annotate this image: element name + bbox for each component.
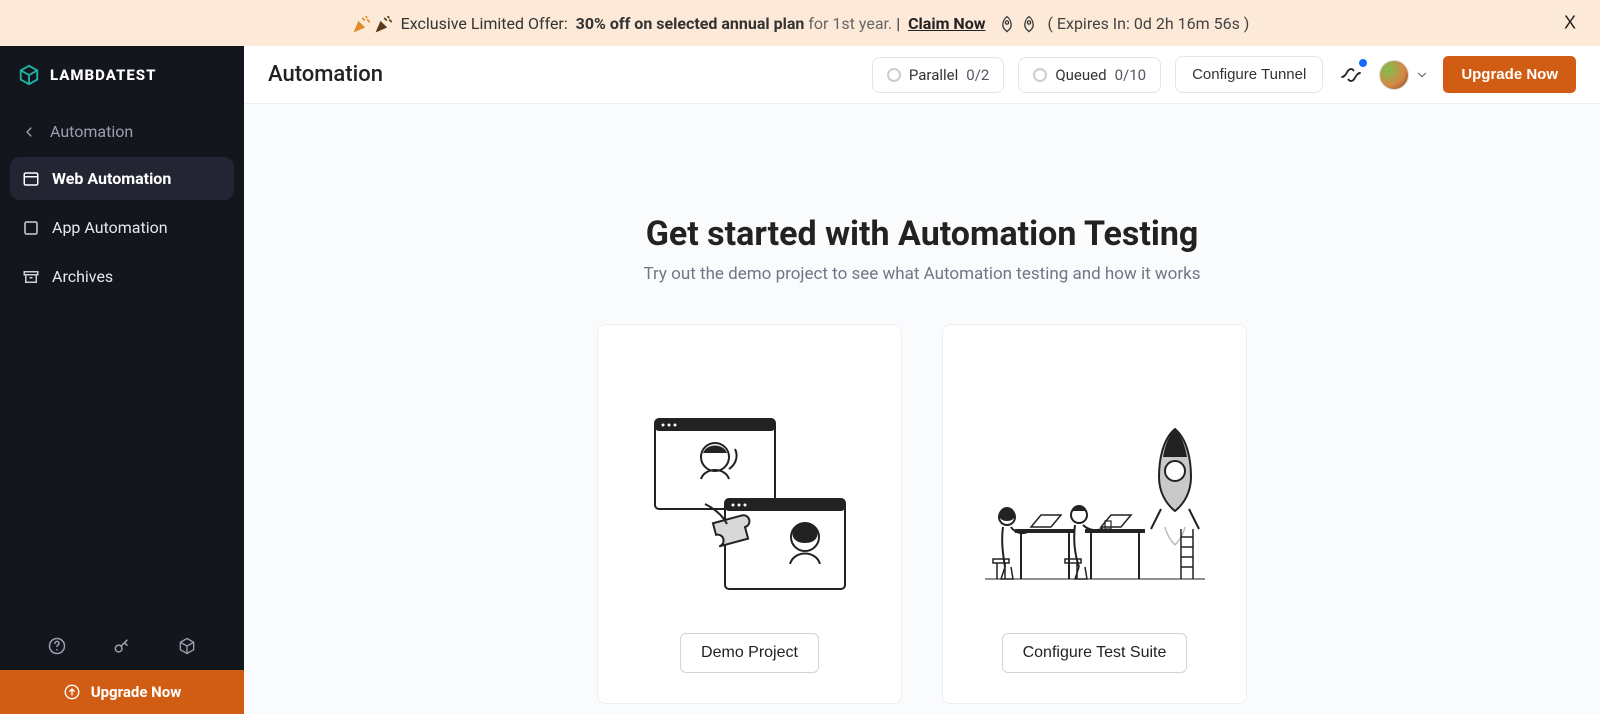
sidebar-item-web-automation[interactable]: Web Automation: [10, 157, 234, 200]
sidebar-item-label: Web Automation: [52, 169, 171, 188]
status-dot-icon: [1033, 68, 1047, 82]
sidebar-item-label: App Automation: [52, 218, 168, 237]
configure-test-suite-button[interactable]: Configure Test Suite: [1002, 633, 1188, 673]
chevron-left-icon: [20, 123, 38, 141]
configure-tunnel-button[interactable]: Configure Tunnel: [1175, 56, 1323, 93]
demo-illustration: [645, 375, 855, 633]
promo-discount: 30% off on selected annual plan: [576, 14, 805, 33]
topbar: Automation Parallel 0/2 Queued 0/10 Conf…: [244, 46, 1600, 104]
parallel-label: Parallel: [909, 66, 958, 84]
parallel-indicator[interactable]: Parallel 0/2: [872, 57, 1004, 93]
parallel-value: 0/2: [966, 66, 989, 84]
sidebar-upgrade-label: Upgrade Now: [91, 683, 182, 701]
page-title: Automation: [268, 62, 383, 87]
queued-label: Queued: [1055, 66, 1106, 84]
main: Automation Parallel 0/2 Queued 0/10 Conf…: [244, 46, 1600, 714]
cards-row: Demo Project: [244, 324, 1600, 704]
nav-parent-label: Automation: [50, 122, 133, 141]
demo-project-card: Demo Project: [597, 324, 902, 704]
sidebar-nav: Automation Web Automation App Automation…: [0, 104, 244, 298]
configure-illustration: [975, 375, 1215, 633]
sidebar-item-app-automation[interactable]: App Automation: [10, 206, 234, 249]
sidebar-item-archives[interactable]: Archives: [10, 255, 234, 298]
integrations-icon[interactable]: [177, 636, 197, 656]
brand-logo-icon: [18, 64, 40, 86]
help-icon[interactable]: [47, 636, 67, 656]
party-popper-icon: [351, 15, 393, 35]
app-icon: [22, 219, 40, 237]
brand-name: LAMBDATEST: [50, 66, 157, 84]
queued-indicator[interactable]: Queued 0/10: [1018, 57, 1161, 93]
configure-suite-card: Configure Test Suite: [942, 324, 1247, 704]
notifications-button[interactable]: [1337, 61, 1365, 89]
promo-prefix: Exclusive Limited Offer:: [401, 14, 568, 33]
key-icon[interactable]: [112, 636, 132, 656]
promo-expires: ( Expires In: 0d 2h 16m 56s ): [1047, 14, 1249, 33]
claim-now-link[interactable]: Claim Now: [908, 14, 985, 33]
avatar: [1379, 60, 1409, 90]
upgrade-now-button[interactable]: Upgrade Now: [1443, 56, 1576, 93]
nav-back-automation[interactable]: Automation: [10, 112, 234, 151]
sidebar-utility-icons: [0, 622, 244, 670]
rocket-icon-group: [997, 15, 1039, 35]
notification-badge: [1357, 57, 1369, 69]
hero-heading: Get started with Automation Testing: [244, 214, 1600, 254]
browser-icon: [22, 170, 40, 188]
archive-icon: [22, 268, 40, 286]
sidebar-upgrade-button[interactable]: Upgrade Now: [0, 670, 244, 714]
promo-suffix: for 1st year.: [808, 14, 892, 33]
content: Get started with Automation Testing Try …: [244, 104, 1600, 714]
account-menu[interactable]: [1379, 60, 1429, 90]
demo-project-button[interactable]: Demo Project: [680, 633, 819, 673]
sidebar-item-label: Archives: [52, 267, 113, 286]
upgrade-arrow-icon: [63, 683, 81, 701]
chevron-down-icon: [1415, 68, 1429, 82]
queued-value: 0/10: [1115, 66, 1146, 84]
promo-banner: Exclusive Limited Offer: 30% off on sele…: [0, 0, 1600, 46]
sidebar: LAMBDATEST Automation Web Automation App: [0, 46, 244, 714]
hero-subtitle: Try out the demo project to see what Aut…: [244, 264, 1600, 284]
hero: Get started with Automation Testing Try …: [244, 214, 1600, 284]
brand[interactable]: LAMBDATEST: [0, 46, 244, 104]
promo-close-button[interactable]: X: [1564, 13, 1576, 34]
status-dot-icon: [887, 68, 901, 82]
